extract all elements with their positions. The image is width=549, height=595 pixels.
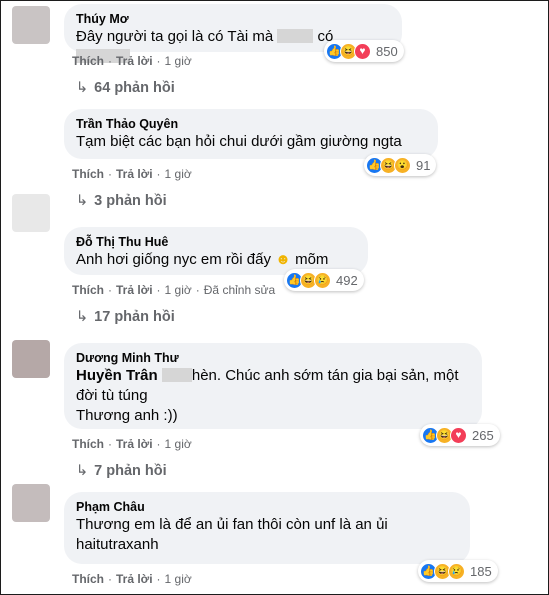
reaction-summary[interactable]: 👍 😆 ♥ 265 [420,424,500,446]
replies-count: 3 phản hồi [94,193,167,209]
reply-arrow-icon: ↳ [76,463,89,479]
comment-bubble: Phạm Châu Thương em là để an ủi fan thôi… [64,492,470,564]
reply-link[interactable]: Trả lời [116,572,153,586]
reaction-count: 265 [472,427,494,443]
comment-text-part: Anh hơi giống nyc em rồi đấy [76,251,271,268]
sad-reaction-icon: 😢 [314,271,331,289]
comment-bubble: Đỗ Thị Thu Huê Anh hơi giống nyc em rồi … [64,227,368,275]
reply-link[interactable]: Trả lời [116,437,153,451]
comment-author[interactable]: Thúy Mơ [76,11,390,27]
replies-count: 17 phản hồi [94,309,175,325]
comment-author[interactable]: Đỗ Thị Thu Huê [76,234,356,250]
comment-text-part: hèn. Chúc anh sớm tán gia bại sản, một [191,367,459,384]
comment-text: Huyền Trân hèn. Chúc anh sớm tán gia bại… [76,366,470,386]
redacted-block [161,368,192,382]
avatar[interactable] [12,6,50,44]
comment-author[interactable]: Dương Minh Thư [76,350,470,366]
reply-link[interactable]: Trả lời [116,283,153,297]
like-link[interactable]: Thích [72,167,104,181]
comment-actions: Thích · Trả lời · 1 giờ [72,167,192,181]
comment-time[interactable]: 1 giờ [165,437,192,451]
reaction-summary[interactable]: 👍 😆 ♥ 850 [324,40,404,62]
view-replies-link[interactable]: ↳ 3 phản hồi [76,192,167,210]
reaction-summary[interactable]: 👍 😆 😢 492 [284,269,364,291]
comment-time[interactable]: 1 giờ [165,167,192,181]
view-replies-link[interactable]: ↳ 7 phản hồi [76,462,167,480]
separator-dot: · [156,283,161,297]
reply-link[interactable]: Trả lời [116,167,153,181]
replies-count: 7 phản hồi [94,463,167,479]
edited-label[interactable]: Đã chỉnh sửa [204,283,275,297]
redacted-block [277,29,314,43]
separator-dot: · [156,54,161,68]
comment-time[interactable]: 1 giờ [165,54,192,68]
avatar[interactable] [12,484,50,522]
like-link[interactable]: Thích [72,54,104,68]
view-replies-link[interactable]: ↳ 17 phản hồi [76,308,175,326]
wow-reaction-icon: 😮 [394,156,411,174]
separator-dot: · [156,572,161,586]
reply-arrow-icon: ↳ [76,80,89,96]
like-link[interactable]: Thích [72,572,104,586]
separator-dot: · [108,283,112,297]
separator-dot: · [156,437,161,451]
reaction-summary[interactable]: 👍 😆 😢 185 [418,560,498,582]
love-reaction-icon: ♥ [450,426,467,444]
comment-text-line: haitutraxanh [76,536,159,553]
reaction-count: 850 [376,43,398,59]
comment-time[interactable]: 1 giờ [165,283,192,297]
separator-dot: · [156,167,161,181]
comment-actions: Thích · Trả lời · 1 giờ · Đã chỉnh sửa [72,283,275,297]
separator-dot: · [108,437,112,451]
view-replies-link[interactable]: ↳ 64 phản hồi [76,79,175,97]
comment-text: Tạm biệt các bạn hỏi chui dưới gầm giườn… [76,133,402,150]
comment-text-line: đời tù túng [76,387,148,404]
reaction-summary[interactable]: 👍 😆 😮 91 [364,154,437,176]
like-link[interactable]: Thích [72,437,104,451]
love-reaction-icon: ♥ [354,42,371,60]
sad-reaction-icon: 😢 [448,562,465,580]
comment-time[interactable]: 1 giờ [165,572,192,586]
reaction-count: 91 [416,157,431,173]
comment-text-line: Thương em là để an ủi fan thôi còn unf l… [76,516,388,533]
separator-dot: · [108,167,112,181]
like-link[interactable]: Thích [72,283,104,297]
comment-author[interactable]: Phạm Châu [76,499,458,515]
separator-dot: · [108,572,112,586]
reaction-count: 492 [336,272,358,288]
comment-actions: Thích · Trả lời · 1 giờ [72,54,192,68]
avatar[interactable] [12,194,50,232]
separator-dot: · [195,283,200,297]
comment-text: Anh hơi giống nyc em rồi đấy ☻ mõm [76,250,356,270]
comment-text-line: Thương anh :)) [76,407,178,424]
comment-text-part: mõm [295,251,329,268]
separator-dot: · [108,54,112,68]
smile-emoji-icon: ☻ [275,251,291,268]
reply-link[interactable]: Trả lời [116,54,153,68]
comment-actions: Thích · Trả lời · 1 giờ [72,437,192,451]
avatar[interactable] [12,340,50,378]
comment-bubble: Trần Thảo Quyên Tạm biệt các bạn hỏi chu… [64,109,438,159]
comment-actions: Thích · Trả lời · 1 giờ [72,572,192,586]
reply-arrow-icon: ↳ [76,193,89,209]
mention-link[interactable]: Huyền Trân [76,367,158,384]
comment-text-part: Đây người ta gọi là có Tài mà [76,28,274,45]
reply-arrow-icon: ↳ [76,309,89,325]
replies-count: 64 phản hồi [94,80,175,96]
comment-author[interactable]: Trần Thảo Quyên [76,116,426,132]
reaction-count: 185 [470,563,492,579]
comment-bubble: Dương Minh Thư Huyền Trân hèn. Chúc anh … [64,343,482,429]
